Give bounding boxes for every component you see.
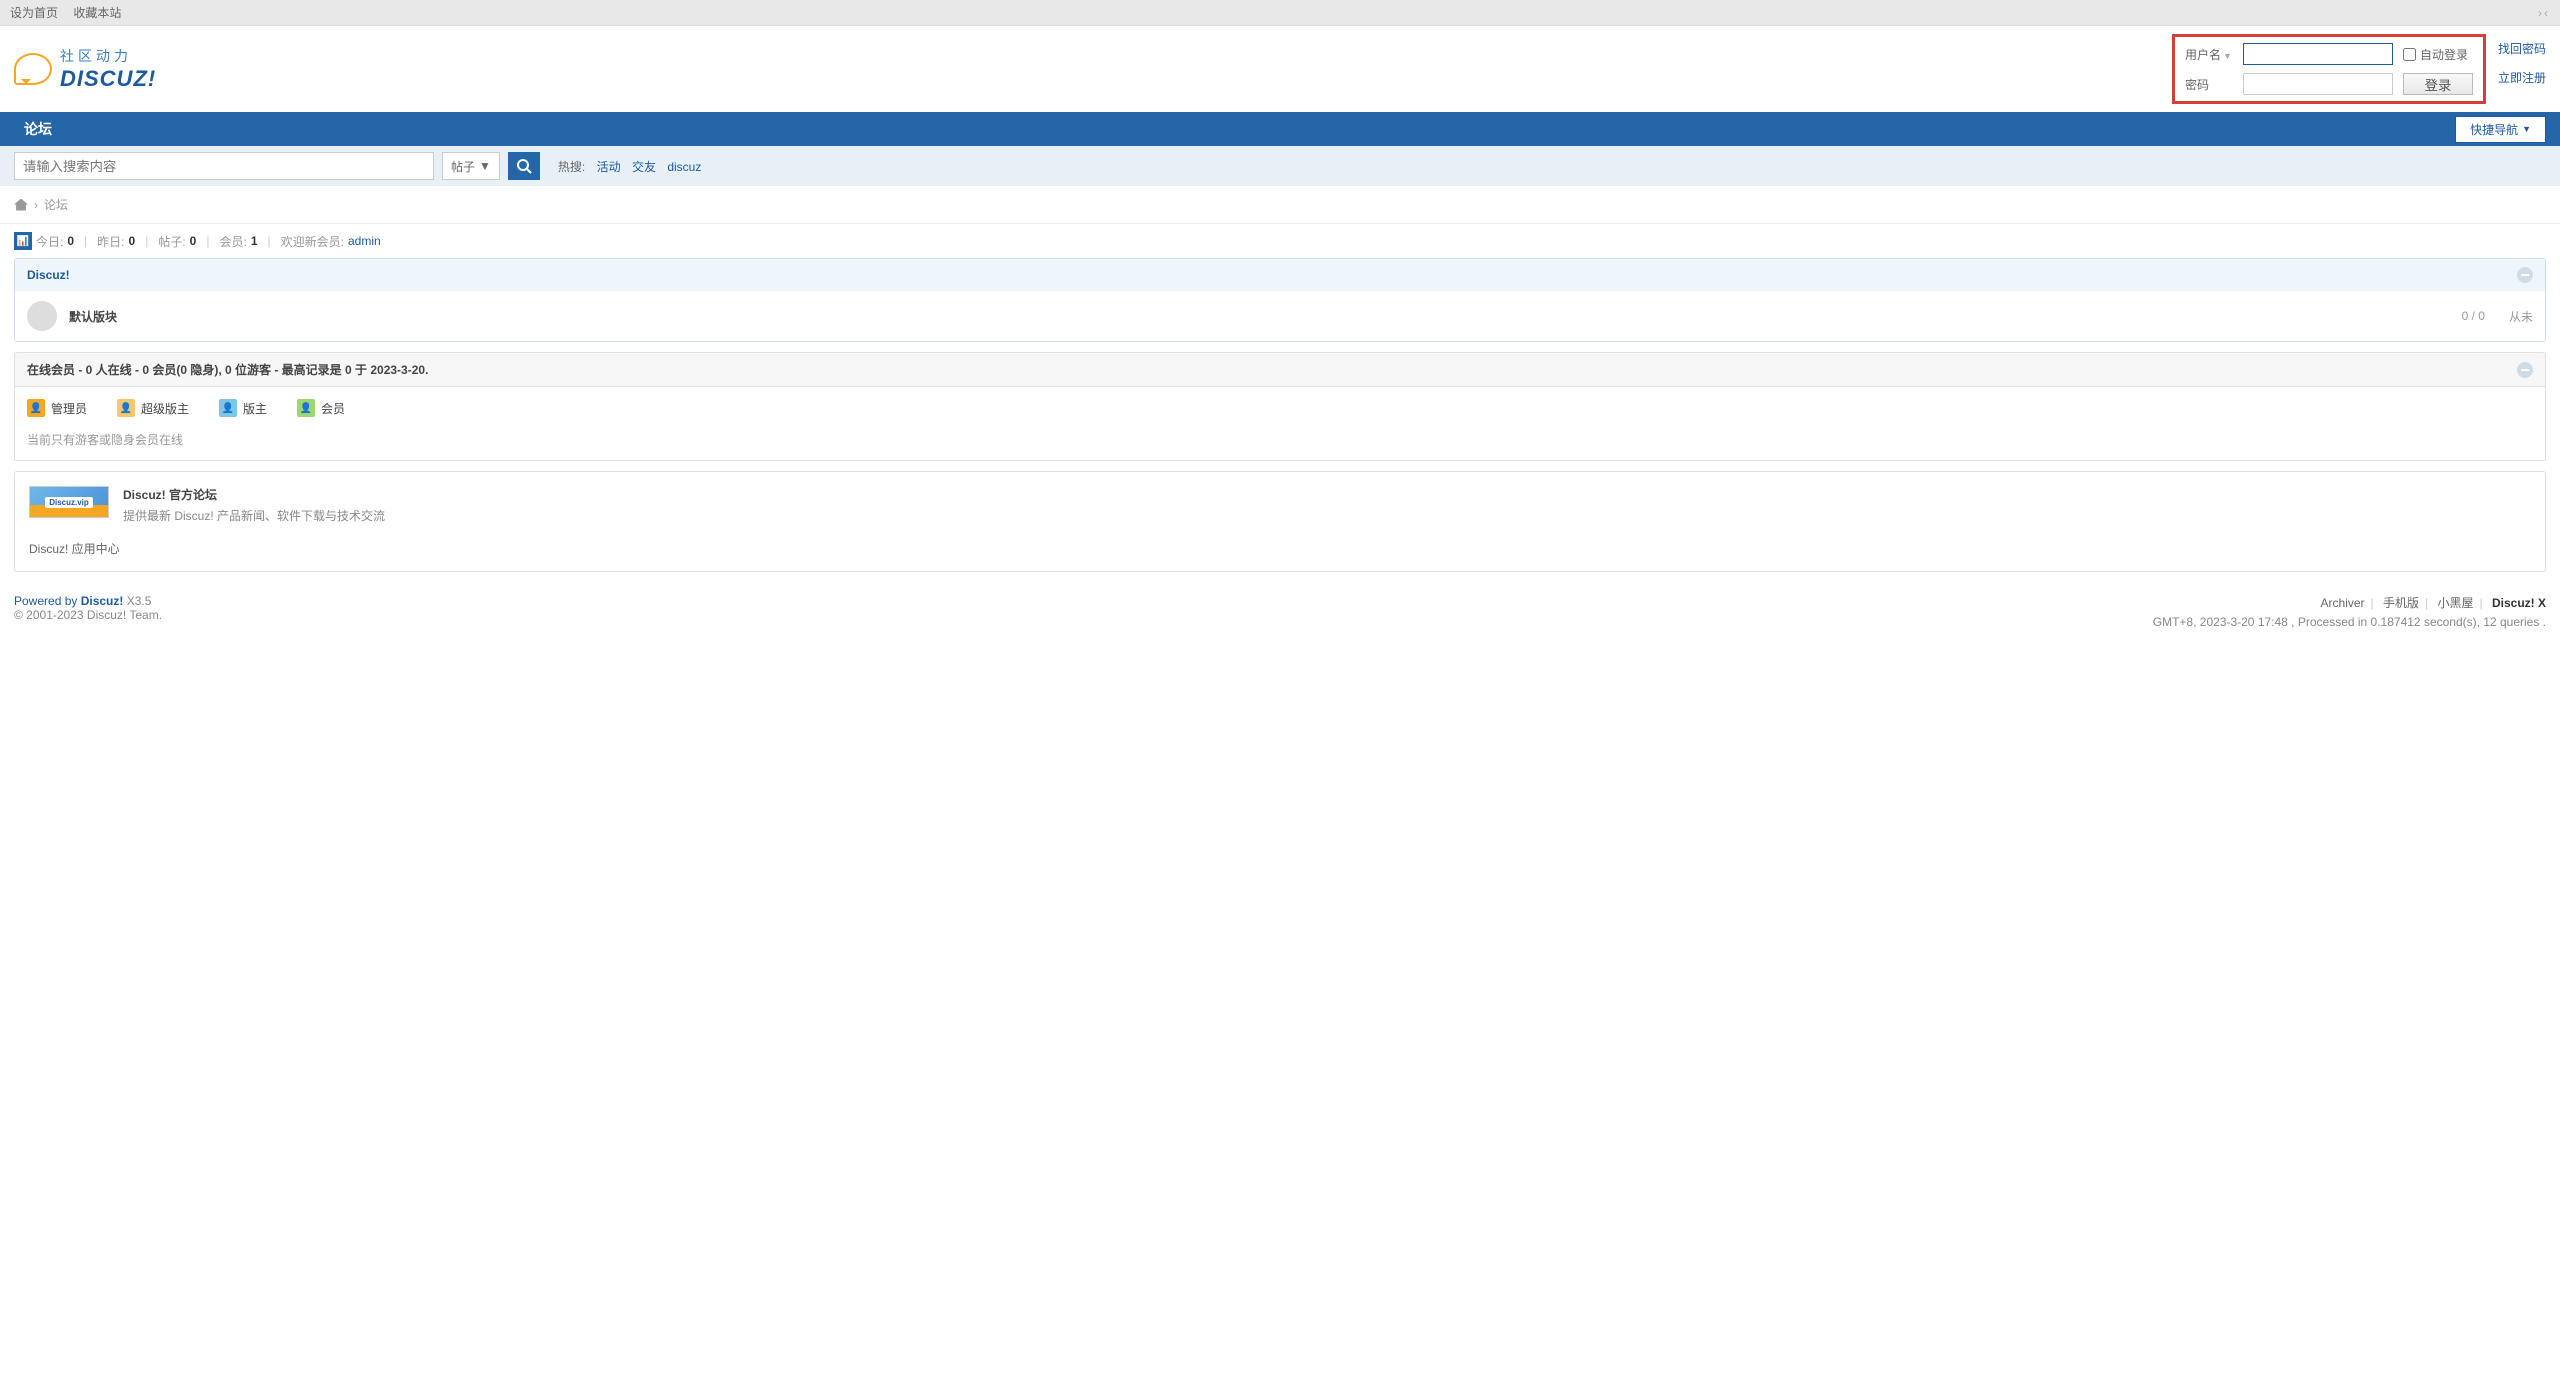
logo-text: 社区动力 DISCUZ! — [60, 46, 156, 92]
powered-by: Powered by — [14, 594, 81, 608]
stats-icon[interactable]: 📊 — [14, 232, 32, 250]
breadcrumb-sep: › — [34, 198, 38, 212]
topbar-toggle[interactable]: ›‹ — [2538, 0, 2550, 25]
forum-count: 0 / 0 — [2462, 309, 2485, 323]
login-box: 用户名▼ 自动登录 密码 登录 — [2172, 34, 2486, 104]
copyright: © 2001-2023 Discuz! Team. — [14, 608, 162, 622]
official-badge-icon: Discuz.vip — [29, 486, 109, 518]
hot-label: 热搜: — [558, 160, 585, 174]
hot-link[interactable]: 交友 — [632, 160, 656, 174]
search-icon — [516, 158, 532, 174]
search-button[interactable] — [508, 152, 540, 180]
logo-bubble-icon — [14, 53, 52, 85]
hot-link[interactable]: discuz — [667, 160, 701, 174]
username-label[interactable]: 用户名▼ — [2185, 46, 2233, 63]
role-list: 👤管理员 👤超级版主 👤版主 👤会员 — [27, 399, 2533, 417]
official-link[interactable]: Discuz.vip Discuz! 官方论坛 提供最新 Discuz! 产品新… — [29, 486, 2531, 524]
mobile-link[interactable]: 手机版 — [2383, 596, 2419, 610]
footer-right: Archiver| 手机版| 小黑屋| Discuz! X GMT+8, 202… — [2153, 594, 2546, 629]
nav: 论坛 快捷导航▼ — [0, 112, 2560, 146]
official-text: Discuz! 官方论坛 提供最新 Discuz! 产品新闻、软件下载与技术交流 — [123, 486, 385, 524]
auto-login-checkbox[interactable]: 自动登录 — [2403, 46, 2468, 63]
password-label: 密码 — [2185, 76, 2233, 93]
role-mod: 👤版主 — [219, 399, 267, 417]
forum-category: Discuz! 默认版块 0 / 0 从未 — [14, 258, 2546, 342]
login-links: 找回密码 立即注册 — [2498, 34, 2546, 86]
search-input[interactable] — [14, 152, 434, 180]
quick-nav-button[interactable]: 快捷导航▼ — [2455, 116, 2546, 143]
blacklist-link[interactable]: 小黑屋 — [2438, 596, 2474, 610]
topbar-left: 设为首页 收藏本站 — [10, 0, 133, 25]
topbar: 设为首页 收藏本站 ›‹ — [0, 0, 2560, 26]
admin-icon: 👤 — [27, 399, 45, 417]
logo-en: DISCUZ! — [60, 66, 156, 92]
online-header: 在线会员 - 0 人在线 - 0 会员(0 隐身), 0 位游客 - 最高记录是… — [14, 352, 2546, 387]
footer-links: Archiver| 手机版| 小黑屋| Discuz! X — [2153, 594, 2546, 611]
official-title: Discuz! 官方论坛 — [123, 486, 385, 503]
logo[interactable]: 社区动力 DISCUZ! — [14, 46, 156, 92]
hot-link[interactable]: 活动 — [597, 160, 621, 174]
discuzx-link[interactable]: Discuz! X — [2492, 596, 2546, 610]
forum-right: 0 / 0 从未 — [2462, 308, 2533, 325]
breadcrumb-current: 论坛 — [44, 196, 68, 213]
collapse-icon[interactable] — [2517, 362, 2533, 378]
role-admin: 👤管理员 — [27, 399, 87, 417]
online-msg: 当前只有游客或隐身会员在线 — [27, 431, 2533, 448]
login-pwd-row: 密码 登录 — [2185, 73, 2473, 95]
online-body: 👤管理员 👤超级版主 👤版主 👤会员 当前只有游客或隐身会员在线 — [14, 387, 2546, 461]
supermod-icon: 👤 — [117, 399, 135, 417]
login-button[interactable]: 登录 — [2403, 73, 2473, 95]
app-center-link[interactable]: Discuz! 应用中心 — [29, 540, 2531, 557]
forgot-password-link[interactable]: 找回密码 — [2498, 40, 2546, 57]
newest-member-link[interactable]: admin — [348, 234, 381, 248]
hot-search: 热搜: 活动 交友 discuz — [558, 158, 701, 175]
logo-cn: 社区动力 — [60, 46, 156, 66]
login-area: 用户名▼ 自动登录 密码 登录 找回密码 立即注册 — [2172, 34, 2546, 104]
search-bar: 帖子▼ 热搜: 活动 交友 discuz — [0, 146, 2560, 186]
login-user-row: 用户名▼ 自动登录 — [2185, 43, 2473, 65]
username-input[interactable] — [2243, 43, 2393, 65]
chevron-down-icon: ▼ — [479, 159, 491, 173]
version: X3.5 — [127, 594, 152, 608]
header: 社区动力 DISCUZ! 用户名▼ 自动登录 密码 登录 找回密码 — [0, 26, 2560, 112]
official-desc: 提供最新 Discuz! 产品新闻、软件下载与技术交流 — [123, 507, 385, 524]
archiver-link[interactable]: Archiver — [2321, 596, 2365, 610]
favorite-link[interactable]: 收藏本站 — [73, 6, 121, 20]
set-home-link[interactable]: 设为首页 — [10, 6, 58, 20]
forum-name-link[interactable]: 默认版块 — [69, 308, 117, 325]
forum-stats: 📊 今日: 0 | 昨日: 0 | 帖子: 0 | 会员: 1 | 欢迎新会员:… — [0, 224, 2560, 258]
role-member: 👤会员 — [297, 399, 345, 417]
role-super: 👤超级版主 — [117, 399, 189, 417]
auto-login-check-input[interactable] — [2403, 48, 2416, 61]
password-input[interactable] — [2243, 73, 2393, 95]
forum-last: 从未 — [2509, 308, 2533, 325]
footer-left: Powered by Discuz! X3.5 © 2001-2023 Disc… — [14, 594, 162, 629]
online-title: 在线会员 - 0 人在线 - 0 会员(0 隐身), 0 位游客 - 最高记录是… — [27, 361, 428, 378]
member-icon: 👤 — [297, 399, 315, 417]
search-type-dropdown[interactable]: 帖子▼ — [442, 152, 500, 180]
register-link[interactable]: 立即注册 — [2498, 69, 2546, 86]
home-icon[interactable] — [14, 199, 28, 211]
link-panel: Discuz.vip Discuz! 官方论坛 提供最新 Discuz! 产品新… — [14, 471, 2546, 572]
footer: Powered by Discuz! X3.5 © 2001-2023 Disc… — [0, 582, 2560, 641]
chevron-down-icon: ▼ — [2522, 124, 2531, 134]
category-title[interactable]: Discuz! — [27, 268, 70, 282]
footer-info: GMT+8, 2023-3-20 17:48 , Processed in 0.… — [2153, 615, 2546, 629]
category-header: Discuz! — [15, 259, 2545, 291]
nav-forum[interactable]: 论坛 — [14, 119, 62, 139]
discuz-link[interactable]: Discuz! — [81, 594, 124, 608]
forum-avatar-icon — [27, 301, 57, 331]
forum-left: 默认版块 — [27, 301, 117, 331]
collapse-icon[interactable] — [2517, 267, 2533, 283]
mod-icon: 👤 — [219, 399, 237, 417]
breadcrumb: › 论坛 — [0, 186, 2560, 224]
forum-row: 默认版块 0 / 0 从未 — [15, 291, 2545, 341]
chevron-down-icon: ▼ — [2223, 51, 2232, 61]
